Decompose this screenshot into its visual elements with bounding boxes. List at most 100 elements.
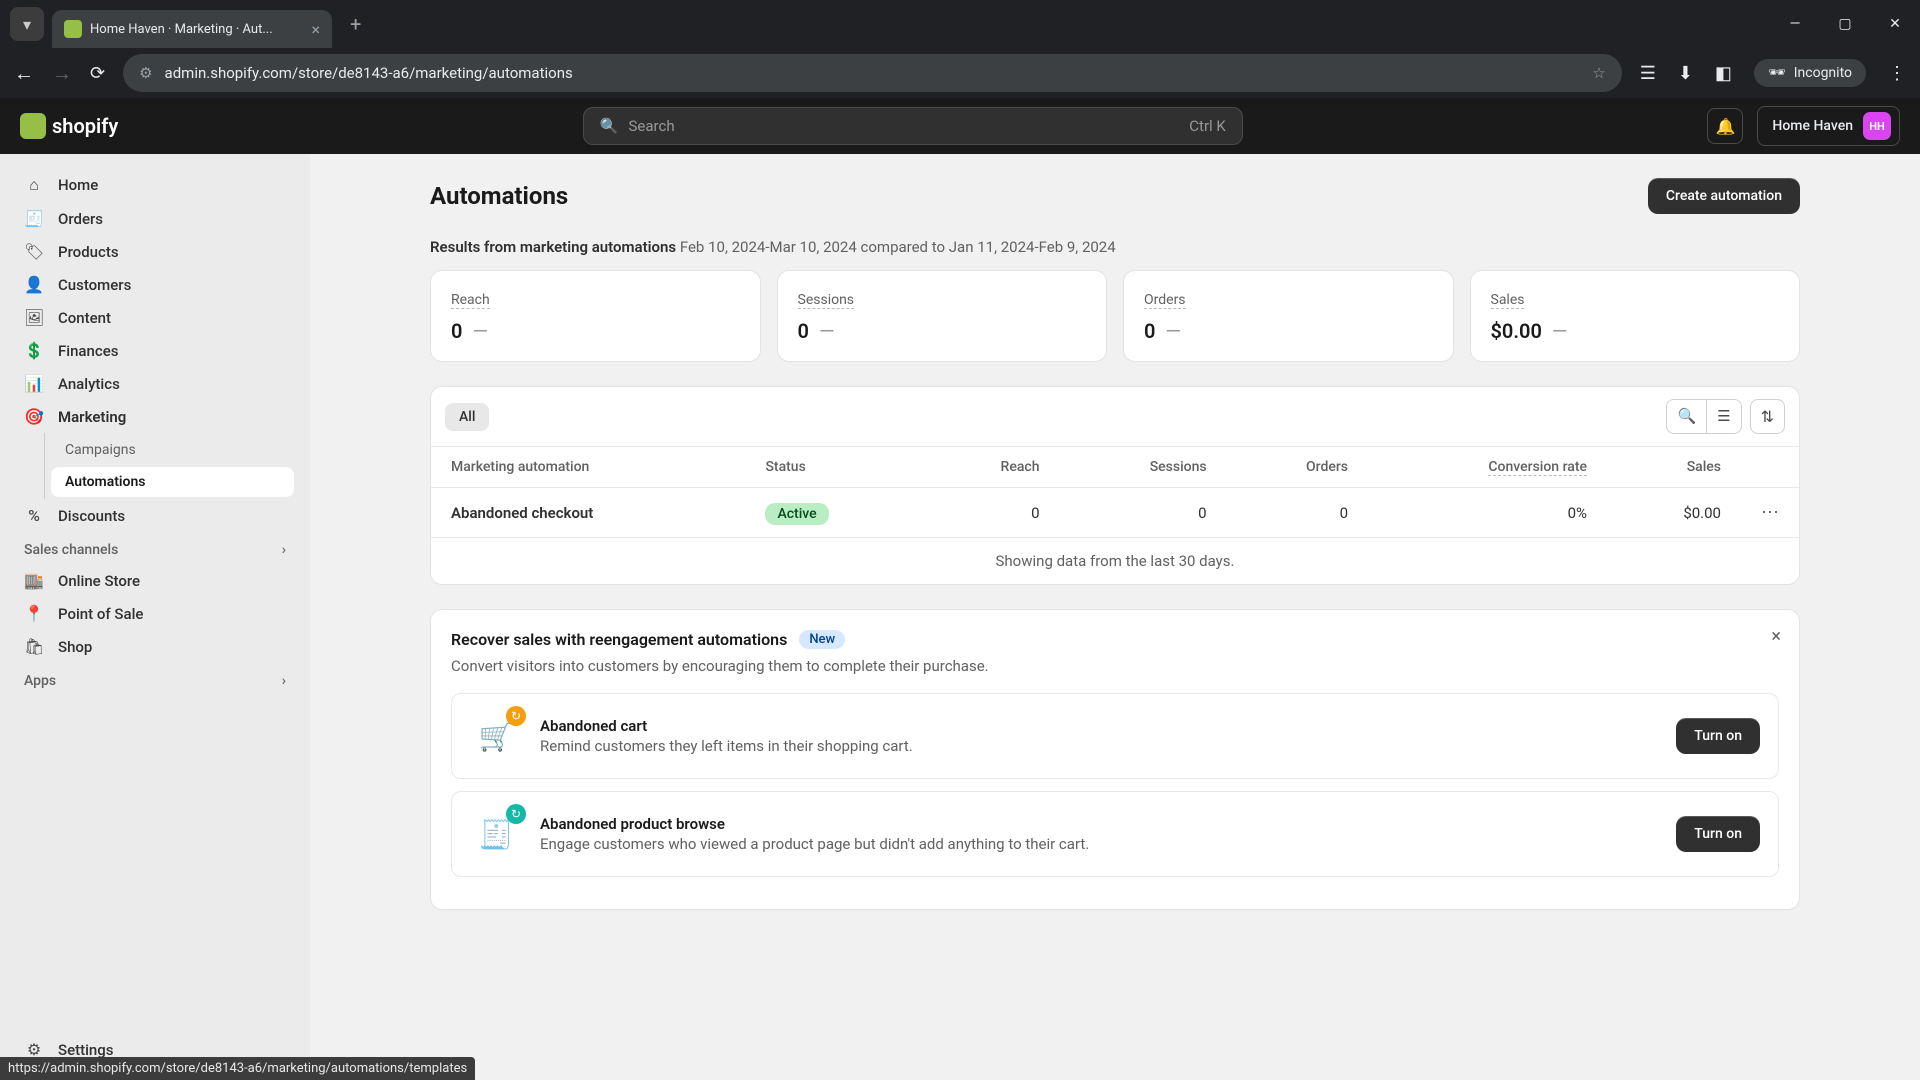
- sidebar-item-customers[interactable]: 👤Customers: [10, 268, 300, 301]
- downloads-icon[interactable]: ⬇: [1678, 63, 1693, 84]
- bell-icon: 🔔: [1715, 117, 1735, 136]
- search-icon: 🔍: [600, 117, 619, 135]
- reload-button[interactable]: ⟳: [90, 63, 105, 84]
- products-icon: 🏷: [24, 242, 44, 261]
- col-sales: Sales: [1607, 447, 1741, 488]
- url-text: admin.shopify.com/store/de8143-a6/market…: [165, 64, 573, 82]
- shopify-favicon: [64, 20, 82, 38]
- status-badge: Active: [765, 503, 828, 525]
- reading-list-icon[interactable]: ☰: [1640, 63, 1656, 84]
- content-icon: 🖼: [24, 308, 44, 327]
- table-row[interactable]: Abandoned checkout Active 0 0 0 0% $0.00…: [431, 488, 1799, 538]
- app-body: ⌂Home 🧾Orders 🏷Products 👤Customers 🖼Cont…: [0, 154, 1920, 1080]
- bookmark-icon[interactable]: ☆: [1592, 64, 1605, 82]
- address-bar[interactable]: ⚙ admin.shopify.com/store/de8143-a6/mark…: [123, 54, 1622, 92]
- tab-title: Home Haven · Marketing · Aut...: [90, 22, 273, 37]
- orders-icon: 🧾: [24, 209, 44, 228]
- pos-icon: 📍: [24, 604, 44, 623]
- sidebar-item-finances[interactable]: 💲Finances: [10, 334, 300, 367]
- close-window-button[interactable]: ✕: [1870, 0, 1920, 48]
- new-tab-button[interactable]: +: [340, 12, 371, 36]
- shopify-logo[interactable]: shopify: [20, 113, 118, 139]
- new-badge: New: [799, 630, 845, 649]
- close-tab-icon[interactable]: ×: [311, 20, 320, 39]
- col-conversion: Conversion rate: [1368, 447, 1607, 488]
- sidebar-item-marketing[interactable]: 🎯Marketing: [10, 400, 300, 433]
- main-content: Automations Create automation Results fr…: [310, 154, 1920, 1080]
- avatar: HH: [1863, 112, 1891, 140]
- metric-orders[interactable]: Orders 0—: [1123, 270, 1454, 362]
- sidebar-item-shop[interactable]: 🛍Shop: [10, 630, 300, 663]
- marketing-submenu: Campaigns Automations: [44, 433, 300, 499]
- sidebar-item-pos[interactable]: 📍Point of Sale: [10, 597, 300, 630]
- customers-icon: 👤: [24, 275, 44, 294]
- promo-title: Recover sales with reengagement automati…: [451, 630, 787, 649]
- table-toolbar: All 🔍 ☰ ⇅: [431, 387, 1799, 446]
- sidebar-item-online-store[interactable]: 🏬Online Store: [10, 564, 300, 597]
- create-automation-button[interactable]: Create automation: [1648, 178, 1800, 214]
- apps-header[interactable]: Apps ›: [10, 663, 300, 695]
- menu-icon[interactable]: ⋮: [1888, 63, 1906, 84]
- tab-bar: ▾ Home Haven · Marketing · Aut... × + — …: [0, 0, 1920, 48]
- incognito-badge[interactable]: 🕶 Incognito: [1754, 59, 1866, 87]
- col-orders: Orders: [1227, 447, 1368, 488]
- table-sort-icon[interactable]: ⇅: [1750, 399, 1785, 434]
- sidebar-item-orders[interactable]: 🧾Orders: [10, 202, 300, 235]
- sidebar-item-products[interactable]: 🏷Products: [10, 235, 300, 268]
- table-actions: 🔍 ☰ ⇅: [1666, 399, 1785, 434]
- side-panel-icon[interactable]: ◧: [1715, 63, 1732, 84]
- analytics-icon: 📊: [24, 374, 44, 393]
- shop-icon: 🛍: [24, 637, 44, 656]
- refresh-badge-icon: ↻: [506, 804, 526, 824]
- table-filter-icon[interactable]: ☰: [1706, 400, 1740, 433]
- tab-search-button[interactable]: ▾: [10, 7, 44, 41]
- col-reach: Reach: [923, 447, 1059, 488]
- back-button[interactable]: ←: [14, 61, 34, 86]
- turn-on-button[interactable]: Turn on: [1676, 816, 1760, 852]
- finances-icon: 💲: [24, 341, 44, 360]
- store-icon: 🏬: [24, 571, 44, 590]
- chevron-right-icon: ›: [282, 542, 286, 558]
- promo-desc: Convert visitors into customers by encou…: [451, 657, 1779, 675]
- metric-sessions[interactable]: Sessions 0—: [777, 270, 1108, 362]
- notifications-button[interactable]: 🔔: [1707, 108, 1743, 144]
- sidebar-item-content[interactable]: 🖼Content: [10, 301, 300, 334]
- turn-on-button[interactable]: Turn on: [1676, 718, 1760, 754]
- incognito-icon: 🕶: [1768, 65, 1786, 81]
- header-right: 🔔 Home Haven HH: [1707, 106, 1900, 146]
- sidebar-item-analytics[interactable]: 📊Analytics: [10, 367, 300, 400]
- browser-status-url: https://admin.shopify.com/store/de8143-a…: [0, 1057, 475, 1080]
- results-summary: Results from marketing automations Feb 1…: [430, 238, 1800, 256]
- filter-all-tab[interactable]: All: [445, 403, 489, 431]
- sidebar-item-home[interactable]: ⌂Home: [10, 168, 300, 202]
- metric-reach[interactable]: Reach 0—: [430, 270, 761, 362]
- metric-sales[interactable]: Sales $0.00—: [1470, 270, 1801, 362]
- marketing-icon: 🎯: [24, 407, 44, 426]
- sales-channels-header[interactable]: Sales channels ›: [10, 532, 300, 564]
- page-header: Automations Create automation: [430, 178, 1800, 214]
- discounts-icon: %: [24, 506, 44, 525]
- maximize-button[interactable]: ▢: [1820, 0, 1870, 48]
- browser-chrome: ▾ Home Haven · Marketing · Aut... × + — …: [0, 0, 1920, 98]
- minimize-button[interactable]: —: [1770, 0, 1820, 48]
- toolbar-icons: ☰ ⬇ ◧ 🕶 Incognito ⋮: [1640, 59, 1906, 87]
- row-menu-icon[interactable]: ⋯: [1761, 502, 1779, 523]
- reengagement-promo: × Recover sales with reengagement automa…: [430, 609, 1800, 910]
- browser-toolbar: ← → ⟳ ⚙ admin.shopify.com/store/de8143-a…: [0, 48, 1920, 98]
- col-sessions: Sessions: [1060, 447, 1227, 488]
- close-promo-icon[interactable]: ×: [1771, 626, 1781, 647]
- forward-button[interactable]: →: [52, 61, 72, 86]
- automations-table: Marketing automation Status Reach Sessio…: [431, 446, 1799, 537]
- sidebar-sub-campaigns[interactable]: Campaigns: [51, 435, 294, 465]
- sidebar-item-discounts[interactable]: %Discounts: [10, 499, 300, 532]
- chevron-right-icon: ›: [282, 673, 286, 689]
- table-search-icon[interactable]: 🔍: [1667, 400, 1706, 433]
- cart-icon: 🛒↻: [470, 710, 522, 762]
- browser-tab[interactable]: Home Haven · Marketing · Aut... ×: [52, 10, 332, 48]
- global-search[interactable]: 🔍 Search Ctrl K: [583, 107, 1243, 145]
- store-switcher[interactable]: Home Haven HH: [1757, 106, 1900, 146]
- automations-table-card: All 🔍 ☰ ⇅ Marketing automation Status Re…: [430, 386, 1800, 585]
- site-settings-icon[interactable]: ⚙: [139, 64, 152, 82]
- shopify-logo-icon: [20, 113, 46, 139]
- sidebar-sub-automations[interactable]: Automations: [51, 467, 294, 497]
